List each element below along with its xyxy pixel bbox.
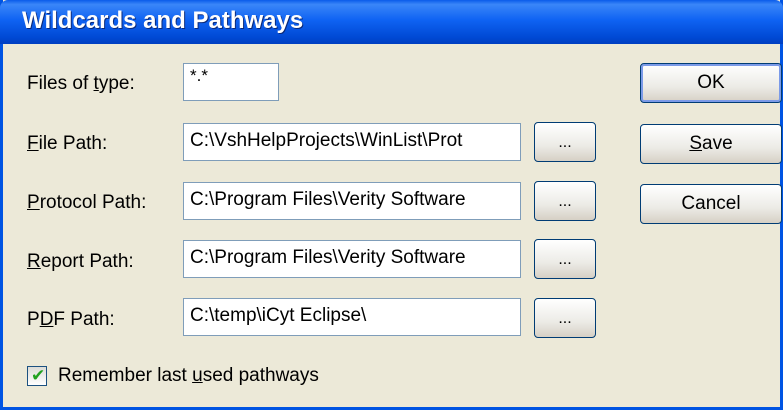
label-mnemonic: P (27, 192, 40, 213)
files-of-type-label: Files of type: (27, 73, 135, 95)
protocol-path-label: Protocol Path: (27, 192, 146, 214)
remember-pathways-label[interactable]: Remember last used pathways (58, 365, 319, 387)
files-of-type-input[interactable]: *.* (183, 63, 279, 101)
title-bar[interactable]: Wildcards and Pathways (0, 0, 783, 44)
report-path-label: Report Path: (27, 251, 134, 273)
label-text: Files of (27, 73, 94, 94)
label-mnemonic: F (27, 133, 39, 154)
wildcards-dialog: Wildcards and Pathways Files of type: *.… (0, 0, 783, 410)
pdf-path-input[interactable]: C:\temp\iCyt Eclipse\ (183, 298, 521, 336)
save-label: ave (702, 133, 733, 154)
file-path-browse-button[interactable]: ... (534, 122, 596, 162)
protocol-path-browse-button[interactable]: ... (534, 181, 596, 221)
save-button[interactable]: Save (640, 124, 782, 164)
label-mnemonic: D (39, 309, 54, 330)
cancel-button[interactable]: Cancel (640, 184, 782, 224)
label-mnemonic: R (27, 251, 41, 272)
label-text: rotocol Path: (39, 192, 147, 213)
remember-pathways-checkbox[interactable]: ✔ (27, 366, 47, 386)
file-path-input[interactable]: C:\VshHelpProjects\WinList\Prot (183, 123, 521, 161)
label-text: eport Path: (40, 251, 134, 272)
dialog-title: Wildcards and Pathways (22, 7, 304, 34)
label-text: ype: (98, 73, 135, 94)
label-text: P (27, 309, 40, 330)
checkmark-icon: ✔ (31, 366, 46, 385)
pdf-path-browse-button[interactable]: ... (534, 298, 596, 338)
protocol-path-input[interactable]: C:\Program Files\Verity Software (183, 182, 521, 220)
report-path-browse-button[interactable]: ... (534, 239, 596, 279)
pdf-path-label: PDF Path: (27, 309, 115, 331)
label-text: F Path: (53, 309, 115, 330)
label-text: sed pathways (202, 365, 319, 386)
report-path-input[interactable]: C:\Program Files\Verity Software (183, 240, 521, 278)
save-mnemonic: S (689, 133, 703, 154)
label-text: ile Path: (38, 133, 108, 154)
file-path-label: File Path: (27, 133, 107, 155)
ok-button[interactable]: OK (640, 63, 782, 103)
label-text: Remember last (58, 365, 193, 386)
label-mnemonic: u (192, 365, 203, 386)
